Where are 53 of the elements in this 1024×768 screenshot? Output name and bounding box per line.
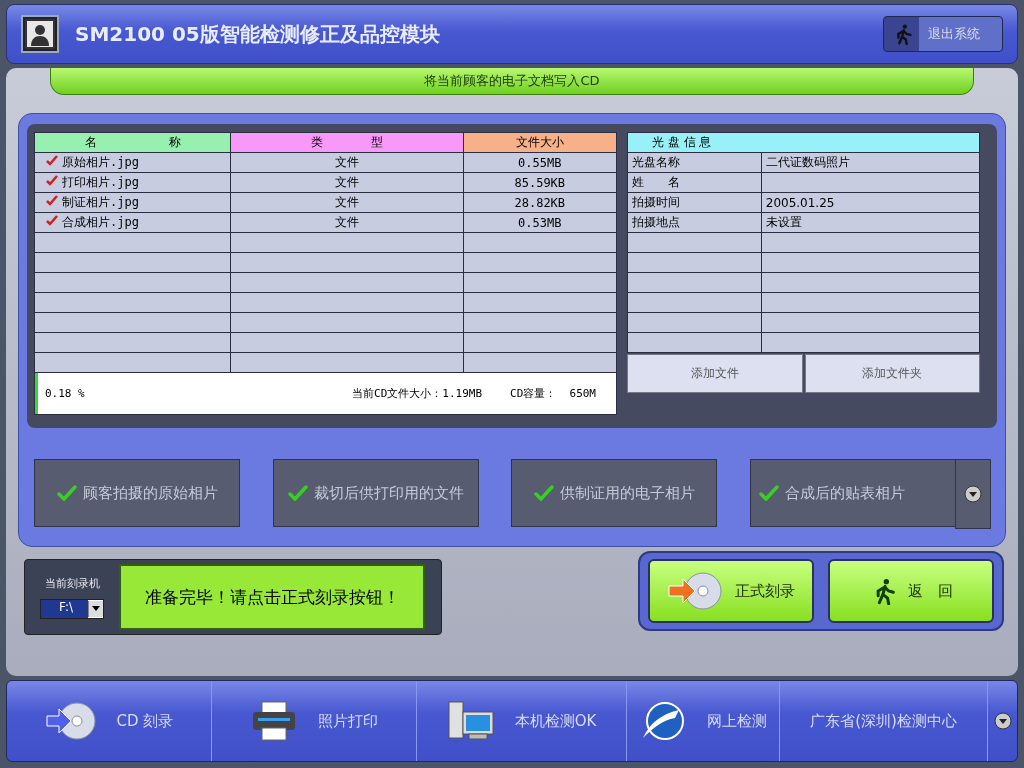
table-cell: 合成相片.jpg xyxy=(34,212,231,233)
drive-select[interactable]: F:\ xyxy=(40,598,104,619)
category-button[interactable]: 合成后的贴表相片 xyxy=(749,459,957,527)
banner: 将当前顾客的电子文档写入CD xyxy=(50,68,974,95)
status-message: 准备完毕！请点击正式刻录按钮！ xyxy=(119,564,425,630)
table-cell: 2005.01.25 xyxy=(761,192,980,213)
recorder-label: 当前刻录机 xyxy=(44,575,100,591)
nav-tab[interactable]: 广东省(深圳)检测中心 xyxy=(780,681,988,761)
scroll-down-icon[interactable] xyxy=(993,712,1012,730)
printer-icon xyxy=(250,700,298,742)
exit-button[interactable]: 退出系统 xyxy=(883,16,1003,52)
capacity-text: CD容量： 650M xyxy=(510,386,596,401)
nav-tab[interactable]: CD 刻录 xyxy=(7,681,212,761)
table-cell: 文件 xyxy=(230,172,464,193)
table-cell: 文件 xyxy=(230,152,464,173)
table-cell: 0.55MB xyxy=(463,152,617,173)
add-folder-button[interactable]: 添加文件夹 xyxy=(804,354,980,393)
table-cell: 光盘名称 xyxy=(627,152,762,173)
table-cell: 制证相片.jpg xyxy=(34,192,231,213)
table-cell: 原始相片.jpg xyxy=(34,152,231,173)
category-button[interactable]: 顾客拍摄的原始相片 xyxy=(34,459,240,527)
table-cell: 姓 名 xyxy=(627,172,762,193)
column-header: 名 称 xyxy=(34,132,231,153)
table-cell: 拍摄时间 xyxy=(627,192,762,213)
scroll-down-icon[interactable] xyxy=(963,485,982,503)
column-header: 类 型 xyxy=(230,132,464,153)
table-cell: 文件 xyxy=(230,212,464,233)
table-cell: 拍摄地点 xyxy=(627,212,762,233)
category-button[interactable]: 供制证用的电子相片 xyxy=(511,459,718,527)
back-button[interactable]: 返 回 xyxy=(828,559,994,623)
table-cell: 打印相片.jpg xyxy=(34,172,231,193)
computer-icon xyxy=(446,700,495,742)
nav-tab[interactable]: 网上检测 xyxy=(627,681,780,761)
table-cell: 文件 xyxy=(230,192,464,213)
column-header: 文件大小 xyxy=(463,132,617,153)
table-cell: 85.59KB xyxy=(463,172,617,193)
nav-tab[interactable]: 本机检测OK xyxy=(417,681,627,761)
cd-icon xyxy=(44,701,97,741)
current-size-text: 当前CD文件大小：1.19MB xyxy=(352,386,482,401)
cd-icon xyxy=(667,571,725,611)
progress-percent: 0.18 % xyxy=(45,387,86,400)
table-cell: 0.53MB xyxy=(463,212,617,233)
table-cell: 28.82KB xyxy=(463,192,617,213)
column-header: 光 盘 信 息 xyxy=(627,132,980,153)
category-button[interactable]: 裁切后供打印用的文件 xyxy=(272,459,479,527)
table-cell: 未设置 xyxy=(761,212,980,233)
table-cell: 二代证数码照片 xyxy=(761,152,980,173)
window-title: SM2100 05版智能检测修正及品控模块 xyxy=(75,20,441,48)
add-file-button[interactable]: 添加文件 xyxy=(627,354,803,393)
nav-tab[interactable]: 照片打印 xyxy=(212,681,417,761)
caret-icon xyxy=(92,606,100,611)
person-icon xyxy=(25,19,55,49)
burn-button[interactable]: 正式刻录 xyxy=(648,559,814,623)
